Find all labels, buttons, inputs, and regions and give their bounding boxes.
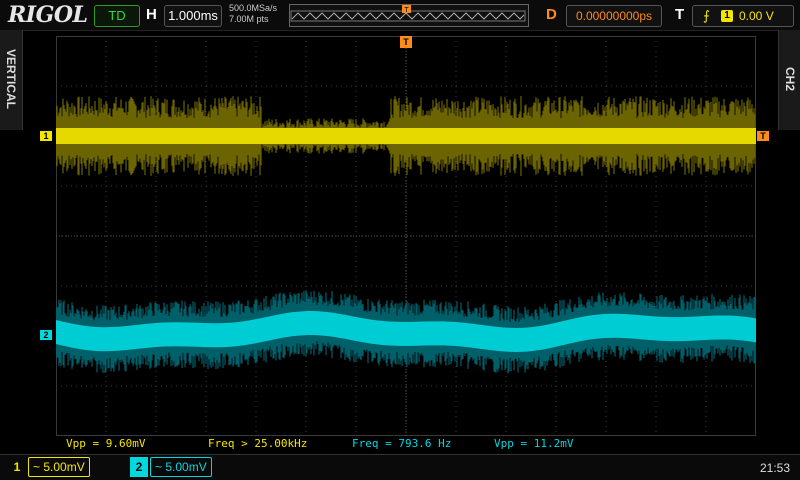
trigger-source: 1 [721, 10, 733, 22]
svg-text:T: T [404, 7, 409, 14]
delay-label: D [546, 6, 557, 23]
memory-depth: 7.00M pts [229, 14, 269, 24]
vertical-tab-label: VERTICAL [4, 49, 18, 109]
ch2-offset-marker[interactable]: 2 [40, 330, 52, 340]
run-state-indicator[interactable]: TD [94, 5, 140, 27]
timebase-value[interactable]: 1.000ms [164, 5, 222, 27]
vertical-menu-tab[interactable]: VERTICAL [0, 30, 23, 130]
delay-value[interactable]: 0.00000000ps [566, 5, 662, 27]
acquisition-info: 500.0MSa/s 7.00M pts [229, 3, 277, 25]
measurement-vpp-ch1: Vpp = 9.60mV [66, 437, 146, 450]
sample-rate: 500.0MSa/s [229, 3, 278, 13]
memory-waveform-icon: T [290, 5, 526, 22]
ch1-trace-core [56, 128, 756, 144]
ch2-tab-label: CH2 [783, 66, 797, 91]
channel-2-scale: ~ 5.00mV [150, 457, 212, 477]
brand-logo: RIGOL [8, 2, 88, 28]
horizontal-label: H [146, 6, 157, 23]
channel-1-number: 1 [13, 460, 21, 474]
channel-1-scale: ~ 5.00mV [28, 457, 90, 477]
system-clock: 21:53 [760, 461, 791, 475]
trigger-position-marker[interactable]: T [400, 36, 412, 48]
memory-overview-bar[interactable]: T [289, 4, 529, 27]
trigger-settings[interactable]: ⨍ 1 0.00 V [692, 5, 794, 27]
channel-2-box[interactable]: 2 ~ 5.00mV [126, 457, 246, 477]
trigger-level: 0.00 V [739, 9, 774, 23]
ch2-menu-tab[interactable]: CH2 [778, 30, 800, 130]
channel-1-box[interactable]: 1 ~ 5.00mV [4, 457, 119, 477]
trigger-label: T [675, 6, 685, 23]
measurement-vpp-ch2: Vpp = 11.2mV [494, 437, 574, 450]
measurement-freq-ch2: Freq = 793.6 Hz [352, 437, 452, 450]
top-status-bar: RIGOL TD H 1.000ms 500.0MSa/s 7.00M pts … [0, 0, 800, 31]
oscilloscope-screen: RIGOL TD H 1.000ms 500.0MSa/s 7.00M pts … [0, 0, 800, 480]
waveform-grid[interactable] [56, 36, 756, 436]
measurement-freq-ch1: Freq > 25.00kHz [208, 437, 308, 450]
rising-edge-icon: ⨍ [703, 8, 710, 23]
trigger-level-marker[interactable]: T [757, 131, 769, 141]
channel-2-number: 2 [130, 457, 148, 477]
bottom-channel-bar: 1 ~ 5.00mV 2 ~ 5.00mV 21:53 [0, 454, 800, 480]
ch1-offset-marker[interactable]: 1 [40, 131, 52, 141]
